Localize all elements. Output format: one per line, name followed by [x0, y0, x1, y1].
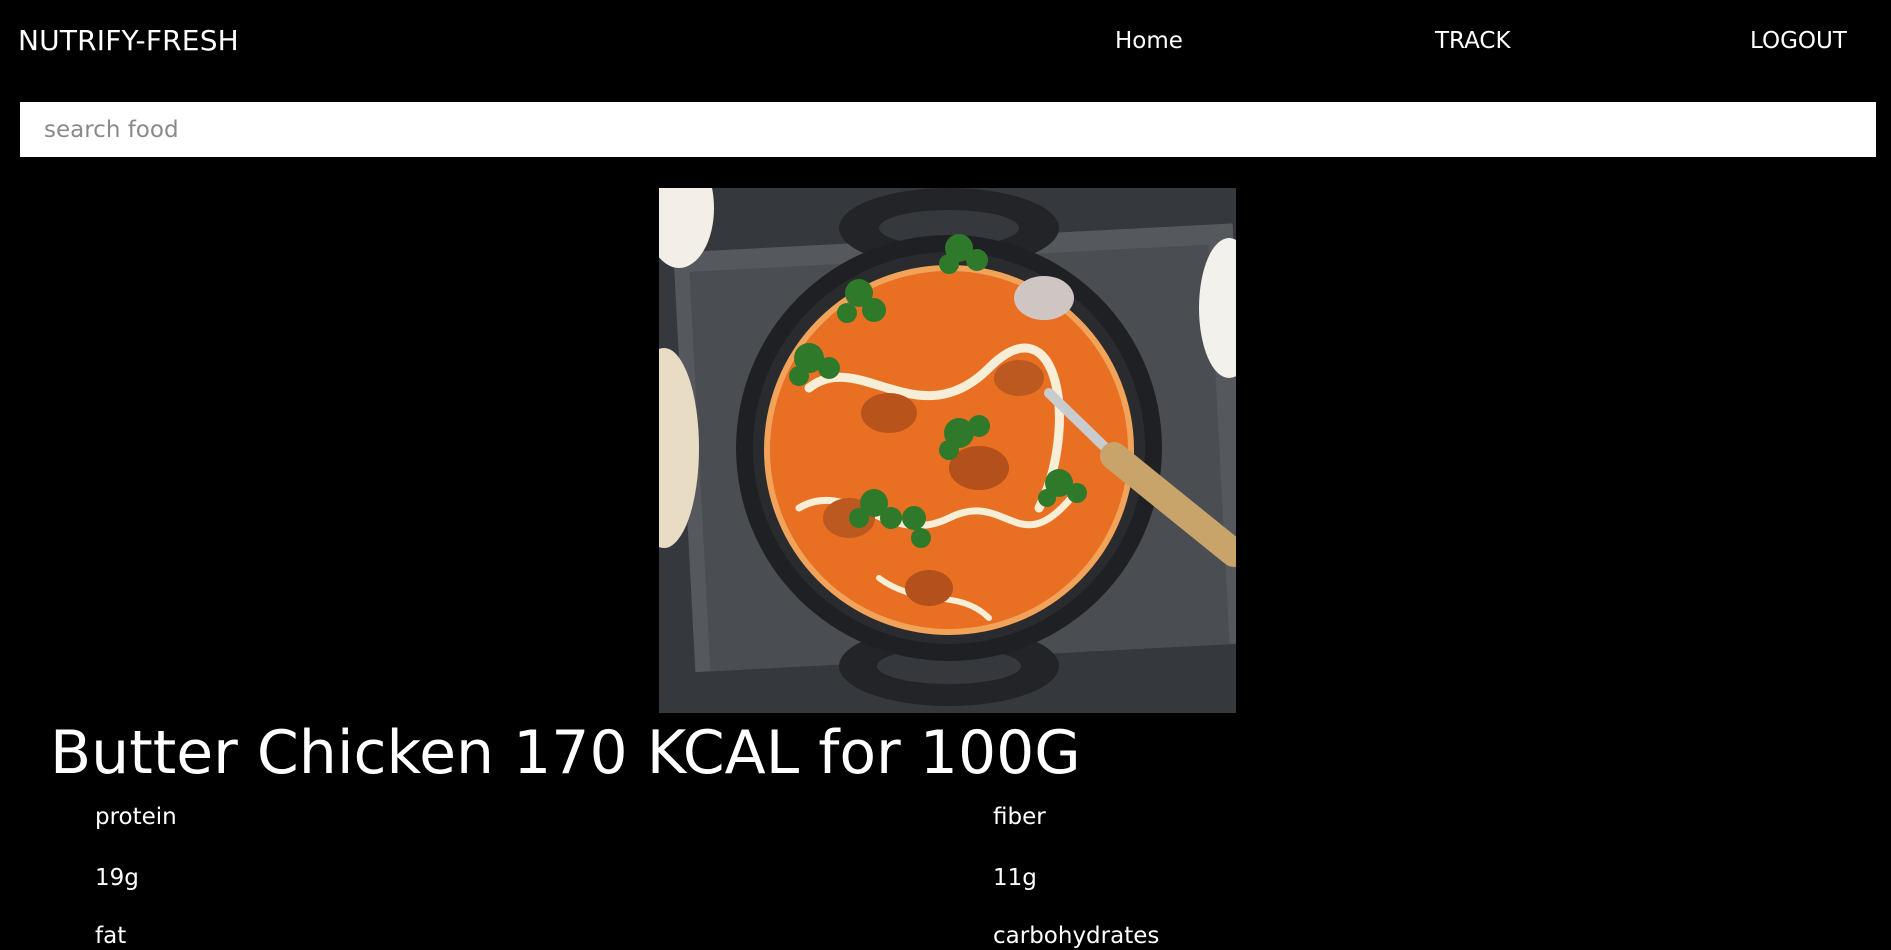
nav-track-link[interactable]: TRACK	[1435, 27, 1511, 55]
protein-label: protein	[95, 804, 177, 830]
food-title: Butter Chicken 170 KCAL for 100G	[50, 718, 1081, 788]
nav-home-link[interactable]: Home	[1115, 27, 1183, 55]
food-image	[659, 188, 1236, 713]
fat-label: fat	[95, 923, 127, 949]
fiber-label: fiber	[993, 804, 1046, 830]
protein-value: 19g	[95, 865, 139, 891]
search-food-input[interactable]	[20, 102, 1876, 157]
top-navbar: NUTRIFY-FRESH Home TRACK LOGOUT	[0, 0, 1891, 82]
fiber-value: 11g	[993, 865, 1037, 891]
brand-logo: NUTRIFY-FRESH	[18, 24, 239, 57]
carbohydrates-label: carbohydrates	[993, 923, 1160, 949]
nav-logout-link[interactable]: LOGOUT	[1750, 27, 1847, 55]
